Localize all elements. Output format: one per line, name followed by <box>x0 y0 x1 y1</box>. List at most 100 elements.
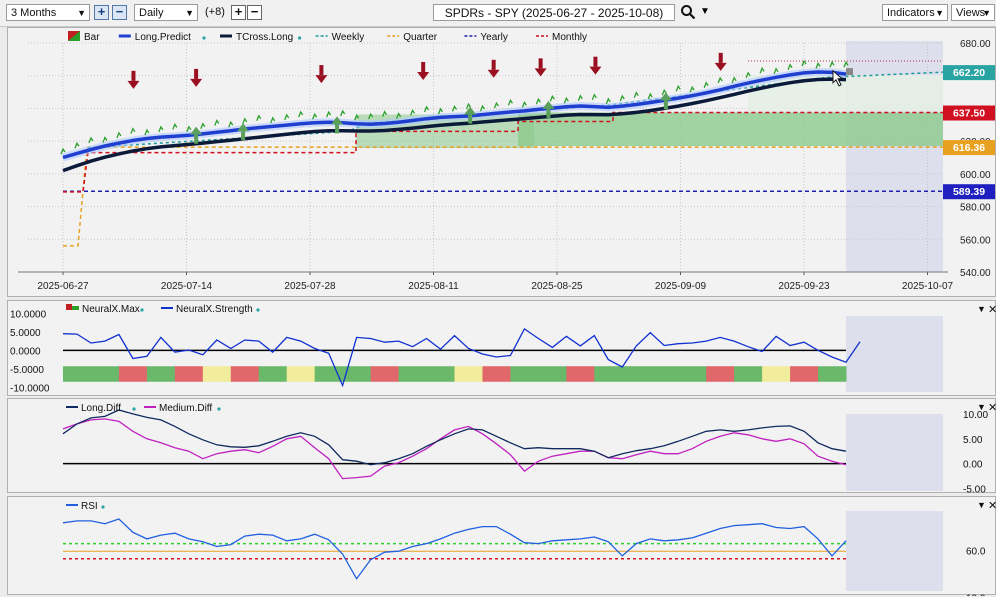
price-pane[interactable]: 680.00660.00640.00620.00600.00580.00560.… <box>7 27 996 297</box>
y-tick-label: 5.0000 <box>10 328 41 339</box>
legend-dot-icon <box>256 308 260 312</box>
sell-arrow-icon <box>534 58 547 77</box>
price-bar <box>312 112 318 120</box>
legend-label: NeuralX.Strength <box>176 304 253 315</box>
price-bar <box>74 141 80 149</box>
legend-label: Long.Diff <box>81 403 121 414</box>
signal-band-segment <box>538 366 567 382</box>
signal-band-segment <box>762 366 791 382</box>
chevron-down-icon: ▼ <box>935 8 944 18</box>
legend-label: Quarter <box>403 32 438 43</box>
dropdown-icon: ▼ <box>700 6 710 17</box>
price-bar <box>633 91 639 98</box>
zoom-out-button[interactable]: − <box>112 5 127 20</box>
signal-band-segment <box>454 366 483 382</box>
price-bar <box>172 123 178 130</box>
offset-plus-button[interactable]: + <box>231 5 246 20</box>
y-tick-label: 5.00 <box>963 435 983 446</box>
neuralx-pane[interactable]: 10.0000 5.0000 0.0000 -5.0000 -10.0000 Neural… <box>7 300 996 396</box>
price-bar <box>619 94 625 102</box>
signal-band-segment <box>202 366 232 382</box>
signal-band-segment <box>398 366 428 382</box>
x-tick-label: 2025-07-14 <box>161 281 213 292</box>
price-bar <box>228 120 234 128</box>
sell-arrow-icon <box>127 70 140 89</box>
y-tick-label: 10.0 <box>966 594 986 596</box>
x-tick-label: 2025-10-07 <box>902 281 954 292</box>
close-pane-icon[interactable]: ✕ <box>988 304 996 316</box>
x-tick-label: 2025-06-27 <box>37 281 89 292</box>
price-bar <box>591 93 597 101</box>
signal-band-segment <box>678 366 707 382</box>
offset-minus-button[interactable]: − <box>247 5 262 20</box>
chevron-down-icon: ▼ <box>77 8 86 18</box>
rsi-chart[interactable]: 60.0 10.0 RSI ▼✕ <box>8 497 996 597</box>
legend-label: Monthly <box>552 32 587 43</box>
price-chart[interactable]: 680.00660.00640.00620.00600.00580.00560.… <box>8 28 996 298</box>
signal-band-segment <box>63 366 92 382</box>
legend-dot-icon <box>298 36 302 40</box>
price-bar <box>200 122 206 130</box>
neuralx-chart[interactable]: 10.0000 5.0000 0.0000 -5.0000 -10.0000 Neural… <box>8 301 996 397</box>
price-bar <box>675 84 681 92</box>
period-select[interactable]: 3 Months ▼ <box>6 4 90 21</box>
forecast-zone <box>846 511 943 591</box>
price-bar <box>144 128 150 136</box>
cursor-marker <box>846 68 853 76</box>
signal-band-segment <box>258 366 288 382</box>
diff-pane[interactable]: 10.00 5.00 0.00 -5.00 Long.Diff Medium.Diff ▼ ✕ <box>7 398 996 496</box>
price-bar <box>759 66 765 74</box>
signal-band-segment <box>622 366 651 382</box>
close-pane-icon[interactable]: ✕ <box>988 500 996 512</box>
legend-label: Bar <box>84 32 100 43</box>
medium-diff-line <box>62 418 847 480</box>
price-bar <box>256 114 262 121</box>
legend-dot-icon <box>202 36 206 40</box>
y-tick-label: 600.00 <box>960 170 991 181</box>
symbol-title-field[interactable]: SPDRs - SPY (2025-06-27 - 2025-10-08) <box>433 4 675 21</box>
chevron-down-icon: ▼ <box>982 8 991 18</box>
y-tick-label: 0.00 <box>963 460 983 471</box>
zoom-in-button[interactable]: + <box>94 5 109 20</box>
symbol-title: SPDRs - SPY (2025-06-27 - 2025-10-08) <box>444 6 664 20</box>
signal-band-segment <box>790 366 819 382</box>
rsi-pane[interactable]: 60.0 10.0 RSI ▼✕ <box>7 496 996 597</box>
signal-band-segment <box>426 366 455 382</box>
period-select-value: 3 Months <box>11 7 57 19</box>
price-label-text: 616.36 <box>953 142 985 154</box>
signal-band-segment <box>650 366 679 382</box>
price-bar <box>815 62 821 69</box>
signal-band-segment <box>482 366 511 382</box>
long-diff-line <box>62 409 847 466</box>
signal-band-segment <box>510 366 539 382</box>
plus-icon: + <box>97 4 106 19</box>
interval-select-value: Daily <box>139 7 164 19</box>
legend-dot-icon <box>217 407 221 411</box>
close-pane-icon[interactable]: ✕ <box>988 402 996 414</box>
search-button[interactable] <box>680 4 696 20</box>
collapse-pane-icon[interactable]: ▼ <box>977 402 986 412</box>
x-tick-label: 2025-08-11 <box>408 281 459 292</box>
neuralx-max-swatch <box>72 306 79 310</box>
collapse-pane-icon[interactable]: ▼ <box>977 500 986 510</box>
indicators-button[interactable]: Indicators ▼ <box>882 4 948 21</box>
views-button[interactable]: Views ▼ <box>951 4 995 21</box>
price-bar <box>521 100 527 108</box>
collapse-pane-icon[interactable]: ▼ <box>977 304 986 314</box>
chevron-down-icon: ▼ <box>185 8 194 18</box>
price-bar <box>647 92 653 100</box>
price-bar <box>214 119 220 126</box>
sell-arrow-icon <box>190 68 203 87</box>
toolbar: 3 Months ▼ + − Daily ▼ (+8) + − SPDRs - … <box>0 0 996 27</box>
price-bar <box>549 94 555 102</box>
minus-icon: − <box>115 4 124 19</box>
legend-dot-icon <box>132 407 136 411</box>
y-tick-label: 0.0000 <box>10 346 41 357</box>
y-tick-label: -5.00 <box>963 485 986 494</box>
search-dropdown-button[interactable]: ▼ <box>700 6 710 17</box>
interval-select[interactable]: Daily ▼ <box>134 4 198 21</box>
sell-arrow-icon <box>714 52 727 71</box>
price-bar <box>507 98 513 106</box>
price-label-text: 589.39 <box>953 186 985 198</box>
diff-chart[interactable]: 10.005.000.00-5.00Long.Diff Medium.Diff ▼ ✕ <box>8 399 996 496</box>
